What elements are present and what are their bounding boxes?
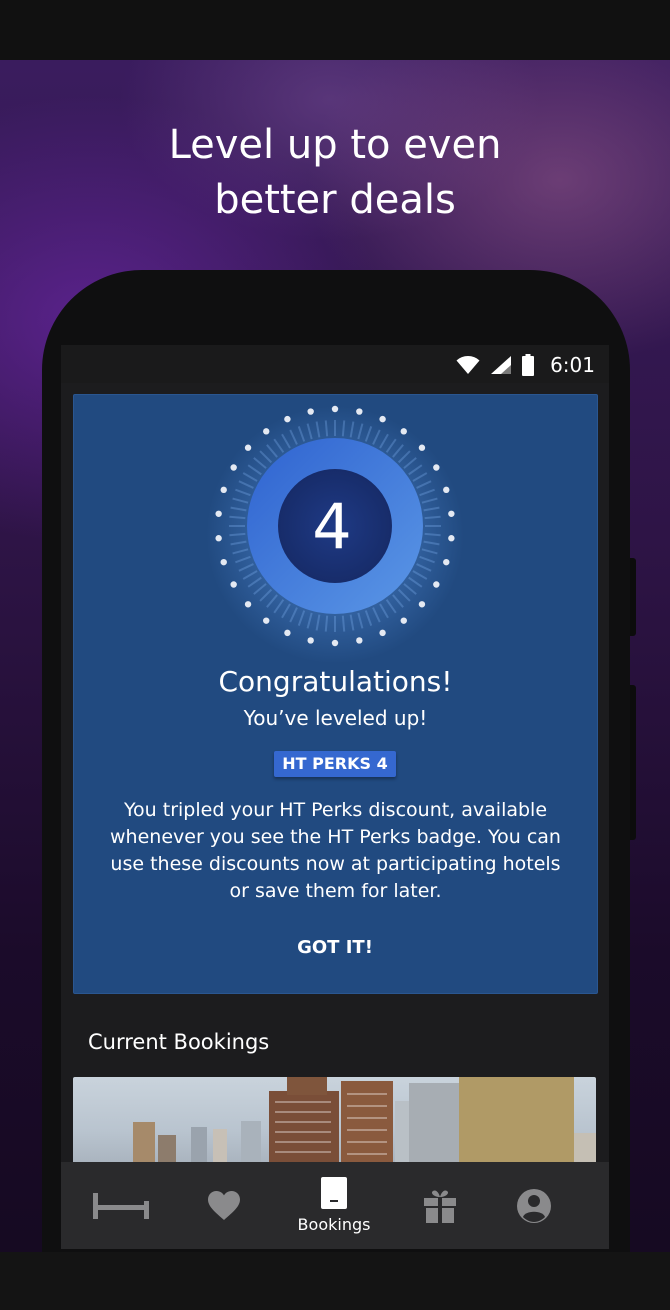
phone-side-button <box>630 685 636 840</box>
promo-title: Level up to even better deals <box>168 122 502 223</box>
bottom-navigation: Bookings <box>61 1162 609 1249</box>
burst-dot <box>400 428 407 435</box>
burst-dot <box>230 581 237 588</box>
burst-dot <box>433 464 440 471</box>
burst-dot <box>244 444 252 451</box>
burst-dot <box>331 639 339 647</box>
burst-dot <box>284 415 291 423</box>
burst-dot <box>244 601 252 608</box>
gift-icon <box>424 1189 456 1223</box>
burst-dot <box>284 629 291 637</box>
account-icon <box>517 1188 551 1223</box>
phone-side-button <box>630 558 636 636</box>
burst-dot <box>331 405 339 413</box>
city-skyline-image <box>133 1077 596 1167</box>
status-bar: 6:01 <box>61 345 609 383</box>
got-it-button[interactable]: GOT IT! <box>280 933 390 963</box>
level-up-card: 4 Congratulations! You’ve leveled up! HT… <box>73 394 598 994</box>
congratulations-heading: Congratulations! <box>218 665 453 698</box>
level-number: 4 <box>312 490 352 563</box>
phone-screen: 6:01 4 Congratulations! You’ve leveled u… <box>61 345 609 1249</box>
burst-dot <box>307 637 314 644</box>
bottom-letterbox <box>0 1252 670 1310</box>
burst-dot <box>400 617 407 624</box>
burst-dot <box>263 617 270 624</box>
burst-dot <box>230 464 237 471</box>
current-bookings-heading: Current Bookings <box>88 1030 270 1054</box>
battery-icon <box>522 354 535 376</box>
booking-hotel-image[interactable] <box>73 1077 596 1167</box>
bed-icon <box>93 1192 149 1219</box>
burst-dot <box>433 581 440 588</box>
burst-dot <box>418 601 426 608</box>
nav-item-bookings[interactable]: Bookings <box>279 1162 389 1249</box>
burst-dot <box>379 629 386 637</box>
burst-dot <box>356 637 363 644</box>
wifi-icon <box>456 356 480 374</box>
nav-item-account[interactable] <box>479 1162 589 1249</box>
bookings-icon <box>321 1177 347 1209</box>
perks-level-badge: HT PERKS 4 <box>274 751 396 777</box>
top-letterbox <box>0 0 670 60</box>
level-up-description: You tripled your HT Perks discount, avai… <box>110 799 561 902</box>
heart-icon <box>208 1190 240 1220</box>
burst-dot <box>418 444 426 451</box>
status-time: 6:01 <box>550 353 595 377</box>
burst-dot <box>356 408 363 415</box>
burst-dot <box>307 408 314 415</box>
nav-item-favorites[interactable] <box>171 1162 277 1249</box>
burst-dot <box>263 428 270 435</box>
level-up-subtitle: You’ve leveled up! <box>243 706 428 730</box>
burst-dot <box>379 415 386 423</box>
nav-label-bookings: Bookings <box>297 1215 371 1234</box>
cell-signal-icon <box>491 356 512 374</box>
nav-item-hotels[interactable] <box>61 1162 181 1249</box>
